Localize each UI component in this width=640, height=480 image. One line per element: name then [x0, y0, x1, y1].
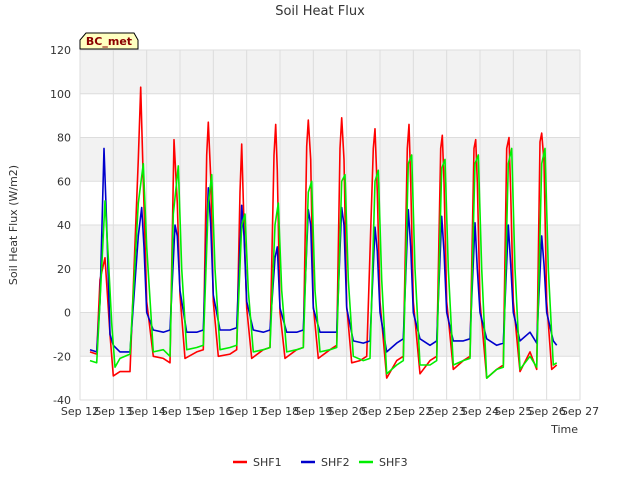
legend-label-shf3: SHF3	[379, 456, 408, 469]
y-tick-label: 0	[64, 307, 71, 320]
y-tick-label: 100	[50, 88, 71, 101]
y-tick-label: 20	[57, 263, 71, 276]
y-tick-label: 120	[50, 44, 71, 57]
y-tick-labels: -40-20020406080100120	[50, 44, 71, 407]
x-tick-labels: Sep 12Sep 13Sep 14Sep 15Sep 16Sep 17Sep …	[61, 405, 599, 418]
y-tick-label: 40	[57, 219, 71, 232]
legend-label-shf2: SHF2	[321, 456, 350, 469]
x-tick-label: Sep 27	[561, 405, 599, 418]
legend-label-shf1: SHF1	[253, 456, 282, 469]
soil-heat-flux-chart: -40-20020406080100120 Sep 12Sep 13Sep 14…	[7, 4, 599, 469]
y-tick-label: 80	[57, 132, 71, 145]
station-badge: BC_met	[79, 32, 139, 50]
grid-band	[80, 137, 580, 182]
y-axis-label: Soil Heat Flux (W/m2)	[7, 165, 20, 285]
y-tick-label: -20	[53, 350, 71, 363]
y-tick-label: 60	[57, 175, 71, 188]
station-badge-label: BC_met	[86, 35, 132, 48]
grid-band	[80, 50, 580, 94]
x-axis-label: Time	[550, 423, 578, 436]
legend: SHF1 SHF2 SHF3	[233, 456, 408, 469]
chart-title: Soil Heat Flux	[275, 4, 365, 19]
